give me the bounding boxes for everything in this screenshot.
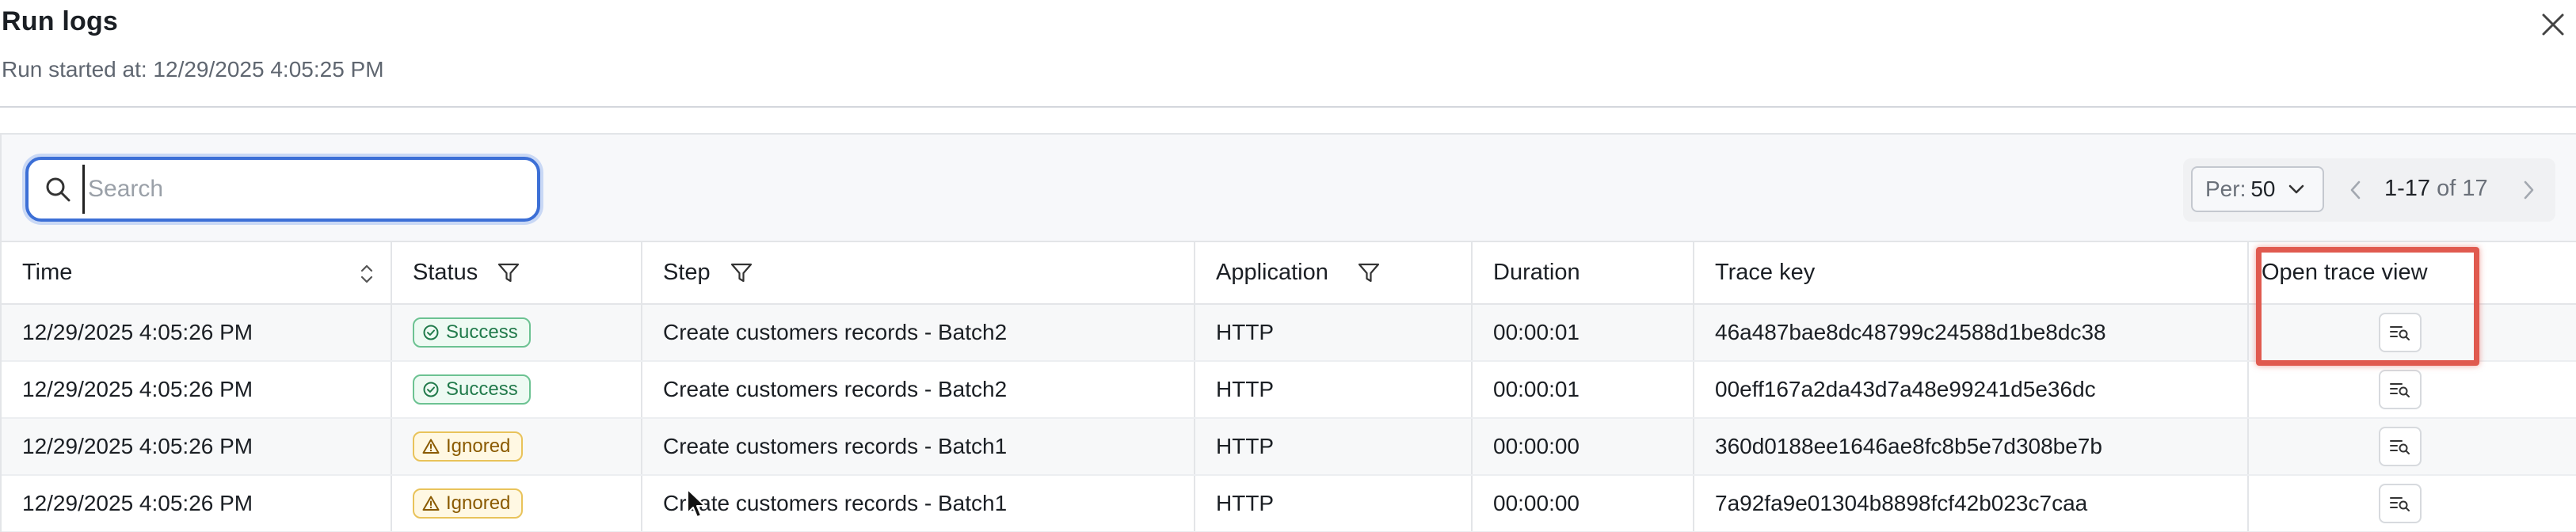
- next-page-button[interactable]: [2511, 173, 2546, 207]
- table-row: 12/29/2025 4:05:26 PM Ignored Create cus…: [2, 418, 2576, 476]
- cell-application: HTTP: [1195, 418, 1473, 476]
- table-row: 12/29/2025 4:05:26 PM Ignored Create cus…: [2, 475, 2576, 532]
- table-toolbar: Per: 50 1-17 of 17: [2, 135, 2576, 242]
- column-header-trace-key: Trace key: [1694, 242, 2249, 305]
- cell-open-trace: [2248, 361, 2576, 419]
- per-page-value: 50: [2250, 177, 2276, 201]
- cell-open-trace: [2248, 475, 2576, 532]
- table-row: 12/29/2025 4:05:26 PM Success Create cus…: [2, 304, 2576, 362]
- column-header-trace-key-label: Trace key: [1715, 260, 1816, 285]
- dialog-header: Run logs Run started at: 12/29/2025 4:05…: [0, 0, 2576, 108]
- status-badge: Success: [413, 317, 531, 348]
- cell-application: HTTP: [1195, 361, 1473, 419]
- filter-icon[interactable]: [730, 261, 753, 285]
- cell-status: Ignored: [391, 418, 642, 476]
- cell-step: Create customers records - Batch1: [642, 418, 1195, 476]
- open-trace-view-button[interactable]: [2379, 313, 2422, 352]
- cell-time: 12/29/2025 4:05:26 PM: [2, 361, 392, 419]
- trace-view-icon: [2390, 383, 2410, 397]
- cell-status: Success: [391, 304, 642, 362]
- page-range-total: of 17: [2437, 176, 2488, 201]
- cell-duration: 00:00:00: [1472, 418, 1694, 476]
- column-header-application: Application: [1195, 242, 1473, 305]
- check-circle-icon: [423, 325, 439, 340]
- prev-page-button[interactable]: [2338, 173, 2373, 207]
- status-badge: Ignored: [413, 431, 524, 462]
- per-page-label: Per:: [2205, 177, 2246, 201]
- cell-time: 12/29/2025 4:05:26 PM: [2, 304, 392, 362]
- cell-duration: 00:00:01: [1472, 361, 1694, 419]
- page-range: 1-17 of 17: [2384, 176, 2488, 202]
- cell-step: Create customers records - Batch1: [642, 475, 1195, 532]
- chevron-right-icon: [2524, 180, 2534, 200]
- search-input[interactable]: [82, 165, 526, 214]
- close-button[interactable]: [2535, 6, 2571, 43]
- status-badge-label: Success: [446, 378, 518, 400]
- cell-trace-key: 7a92fa9e01304b8898fcf42b023c7caa: [1694, 475, 2249, 532]
- cell-time: 12/29/2025 4:05:26 PM: [2, 418, 392, 476]
- cell-trace-key: 46a487bae8dc48799c24588d1be8dc38: [1694, 304, 2249, 362]
- cell-status: Success: [391, 361, 642, 419]
- chevron-left-icon: [2350, 180, 2361, 200]
- column-header-open-trace-view-label: Open trace view: [2262, 260, 2428, 285]
- cell-status: Ignored: [391, 475, 642, 532]
- cell-step: Create customers records - Batch2: [642, 304, 1195, 362]
- status-badge: Ignored: [413, 488, 524, 519]
- filter-icon[interactable]: [1357, 261, 1381, 285]
- cell-duration: 00:00:01: [1472, 304, 1694, 362]
- cell-trace-key: 00eff167a2da43d7a48e99241d5e36dc: [1694, 361, 2249, 419]
- cell-application: HTTP: [1195, 304, 1473, 362]
- logs-table: Time Status Step Application Duration Tr…: [2, 242, 2576, 532]
- trace-view-icon: [2390, 440, 2410, 454]
- column-header-step: Step: [642, 242, 1195, 305]
- warning-triangle-icon: [422, 496, 440, 511]
- close-icon: [2542, 13, 2564, 36]
- status-badge-label: Success: [446, 321, 518, 343]
- status-badge-label: Ignored: [446, 492, 511, 514]
- open-trace-view-button[interactable]: [2379, 484, 2422, 523]
- cell-duration: 00:00:00: [1472, 475, 1694, 532]
- cell-trace-key: 360d0188ee1646ae8fc8b5e7d308be7b: [1694, 418, 2249, 476]
- filter-icon[interactable]: [497, 261, 520, 285]
- column-header-duration-label: Duration: [1493, 260, 1580, 285]
- cell-open-trace: [2248, 304, 2576, 362]
- cell-application: HTTP: [1195, 475, 1473, 532]
- check-circle-icon: [423, 382, 439, 397]
- search-box[interactable]: [25, 157, 540, 222]
- per-page-select[interactable]: Per: 50: [2191, 166, 2324, 212]
- column-header-open-trace-view: Open trace view: [2248, 242, 2576, 305]
- column-header-status-label: Status: [413, 260, 478, 285]
- open-trace-view-button[interactable]: [2379, 370, 2422, 409]
- run-started-text: Run started at: 12/29/2025 4:05:25 PM: [2, 57, 384, 82]
- open-trace-view-button[interactable]: [2379, 427, 2422, 466]
- trace-view-icon: [2390, 497, 2410, 511]
- column-header-duration: Duration: [1472, 242, 1694, 305]
- column-header-time-label: Time: [22, 260, 73, 285]
- dialog-title: Run logs: [2, 6, 119, 36]
- status-badge: Success: [413, 374, 531, 405]
- column-header-status: Status: [391, 242, 642, 305]
- column-header-time[interactable]: Time: [2, 242, 392, 305]
- trace-view-icon: [2390, 326, 2410, 340]
- pagination: Per: 50 1-17 of 17: [2183, 158, 2555, 222]
- status-badge-label: Ignored: [446, 435, 511, 457]
- table-row: 12/29/2025 4:05:26 PM Success Create cus…: [2, 361, 2576, 419]
- column-header-step-label: Step: [663, 260, 711, 285]
- cell-time: 12/29/2025 4:05:26 PM: [2, 475, 392, 532]
- search-icon: [46, 177, 70, 202]
- cell-open-trace: [2248, 418, 2576, 476]
- warning-triangle-icon: [422, 439, 440, 454]
- table-header-row: Time Status Step Application Duration Tr…: [2, 242, 2576, 305]
- header-divider: [0, 106, 2576, 108]
- logs-panel: Per: 50 1-17 of 17 Time: [0, 133, 2576, 532]
- page-range-value: 1-17: [2384, 176, 2431, 201]
- chevron-down-icon: [2288, 184, 2304, 194]
- column-header-application-label: Application: [1216, 260, 1328, 285]
- cell-step: Create customers records - Batch2: [642, 361, 1195, 419]
- sort-icon[interactable]: [359, 263, 375, 285]
